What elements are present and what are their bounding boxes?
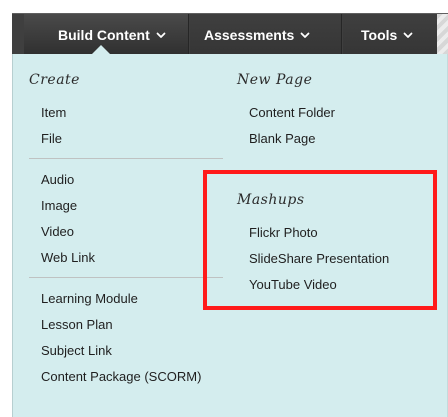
menu-item-flickr-photo[interactable]: Flickr Photo (249, 224, 447, 242)
menu-item-content-package-scorm[interactable]: Content Package (SCORM) (41, 368, 239, 386)
tab-assessments-label: Assessments (204, 27, 295, 43)
menu-item-learning-module[interactable]: Learning Module (41, 290, 239, 308)
build-content-dropdown: Create Item File Audio Image Video Web L… (12, 54, 448, 417)
tab-tools[interactable]: Tools (343, 14, 439, 56)
divider (29, 277, 223, 278)
toolbar: Build Content Assessments Tools (0, 0, 448, 56)
menu-item-file[interactable]: File (41, 130, 239, 148)
menu-item-slideshare-presentation[interactable]: SlideShare Presentation (249, 250, 447, 268)
menu-item-web-link[interactable]: Web Link (41, 249, 239, 267)
tab-build-content-label: Build Content (58, 27, 150, 43)
divider (29, 158, 223, 159)
new-page-and-mashups-column: New Page Content Folder Blank Page Mashu… (237, 72, 447, 302)
chevron-down-icon (300, 30, 310, 40)
screen: Build Content Assessments Tools Create I… (0, 0, 448, 417)
mashups-heading: Mashups (237, 192, 305, 208)
create-heading: Create (29, 72, 80, 88)
toolbar-bar: Build Content Assessments Tools (12, 13, 448, 56)
menu-item-lesson-plan[interactable]: Lesson Plan (41, 316, 239, 334)
create-column: Create Item File Audio Image Video Web L… (29, 72, 239, 394)
menu-item-subject-link[interactable]: Subject Link (41, 342, 239, 360)
dropdown-caret (92, 45, 110, 54)
menu-item-audio[interactable]: Audio (41, 171, 239, 189)
menu-item-youtube-video[interactable]: YouTube Video (249, 276, 447, 294)
menu-item-blank-page[interactable]: Blank Page (249, 130, 447, 148)
tab-assessments[interactable]: Assessments (190, 14, 342, 56)
chevron-down-icon (156, 30, 166, 40)
tab-tools-label: Tools (361, 27, 398, 43)
menu-item-video[interactable]: Video (41, 223, 239, 241)
toolbar-stripe (437, 14, 448, 56)
menu-item-item[interactable]: Item (41, 104, 239, 122)
new-page-heading: New Page (237, 72, 313, 88)
menu-item-content-folder[interactable]: Content Folder (249, 104, 447, 122)
chevron-down-icon (403, 30, 413, 40)
menu-item-image[interactable]: Image (41, 197, 239, 215)
